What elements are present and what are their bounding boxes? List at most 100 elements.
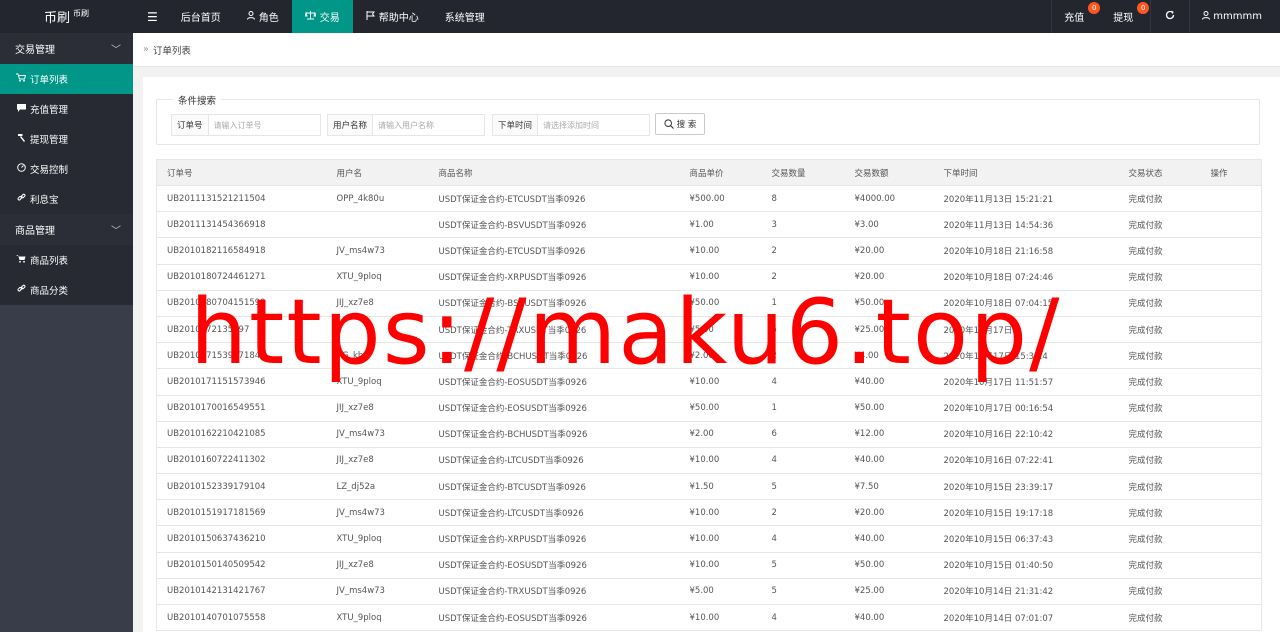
table-row[interactable]: UB2010150637436210 XTU_9ploq USDT保证金合约-XRP… [156,525,1262,553]
sidebar-item-label: 交易控制 [30,165,69,176]
table-cell: 5 [761,578,845,606]
table-cell: 完成付款 [1118,185,1201,213]
table-cell: ¥50.00 [844,552,934,579]
withdraw-button[interactable]: 提现 0 [1101,0,1150,33]
table-row[interactable]: UB2010171151573946 XTU_9ploq USDT保证金合约-EOS… [156,368,1262,396]
sidebar-item-label: 提现管理 [30,135,69,146]
table-row[interactable]: UB2010171539471847 AG_kb6 USDT保证金合约-BCHUSD… [156,342,1262,370]
table-cell: JV_ms4w73 [326,578,429,606]
col-header: 交易状态 [1118,159,1201,186]
table-cell [1200,368,1262,396]
logo-sub: 币刷 [73,9,90,18]
recharge-button[interactable]: 充值 0 [1051,0,1101,33]
table-cell [1200,499,1262,527]
sidebar-item-label: 充值管理 [30,105,69,116]
table-row[interactable]: UB2010150140509542 JIJ_xz7e8 USDT保证金合约-EOS… [156,552,1262,579]
table-row[interactable]: UB2010152339179104 LZ_dj52a USDT保证金合约-BTCU… [156,473,1262,501]
link-icon [15,193,27,205]
table-row[interactable]: UB2010142131421767 JV_ms4w73 USDT保证金合约-TRX… [156,578,1262,606]
table-row[interactable]: UB2010180724461271 XTU_9ploq USDT保证金合约-XRP… [156,264,1262,291]
breadcrumb-separator: » [143,44,149,55]
table-cell: 5 [761,316,845,344]
table-cell: 完成付款 [1118,473,1201,501]
table-cell: UB2010182116584918 [156,237,327,265]
table-cell [1200,525,1262,553]
table-cell: XTU_9ploq [326,264,429,291]
username-input[interactable] [373,115,484,135]
order-number-input[interactable] [208,115,320,135]
sidebar-item-order-list[interactable]: 订单列表 [0,64,133,94]
table-cell: USDT保证金合约-LTCUSDT当季0926 [428,447,680,475]
recharge-badge: 0 [1088,2,1101,14]
nav-system[interactable]: 系统管理 [432,0,498,33]
order-time-input[interactable] [538,115,649,135]
table-row[interactable]: UB2010160722411302 JIJ_xz7e8 USDT保证金合约-LTC… [156,447,1262,475]
table-row[interactable]: UB2010140701075558 XTU_9ploq USDT保证金合约-EOS… [156,604,1262,632]
nav-role[interactable]: 角色 [234,0,292,33]
table-row[interactable]: UB2011131454366918 USDT保证金合约-BSVUSDT当季092… [156,211,1262,239]
table-cell: 4 [761,447,845,475]
cart-icon [15,73,27,85]
nav-home[interactable]: 后台首页 [168,0,234,33]
col-header: 订单号 [156,159,327,186]
table-cell: XTU_9ploq [326,368,429,396]
table-cell: 2020年10月15日 23:39:17 [933,473,1119,501]
user-menu[interactable]: mmmmm [1189,0,1280,33]
table-row[interactable]: UB2010151917181569 JV_ms4w73 USDT保证金合约-LTC… [156,499,1262,527]
table-cell: USDT保证金合约-EOSUSDT当季0926 [428,552,680,579]
user-name: mmmmm [1213,11,1262,22]
breadcrumb: » 订单列表 [133,33,1280,67]
table-cell: ¥50.00 [844,395,934,422]
table-cell: ¥1.50 [679,473,762,501]
sidebar-item-withdraw[interactable]: 提现管理 [0,124,133,154]
table-cell: ¥10.00 [679,368,762,396]
sidebar-group-goods[interactable]: 商品管理 ﹀ [0,214,133,245]
sidebar-item-interest[interactable]: 利息宝 [0,184,133,214]
table-cell: 2020年11月13日 15:21:21 [933,185,1119,213]
table-cell: ¥500.00 [679,185,762,213]
refresh-button[interactable] [1150,0,1189,33]
sidebar-item-goods-list[interactable]: 商品列表 [0,245,133,275]
sidebar-group-trade[interactable]: 交易管理 ﹀ [0,33,133,64]
search-button[interactable]: 搜 索 [655,113,705,135]
table-row[interactable]: UB2010172135597 USDT保证金合约-TRXUSDT当季0926 ¥5… [156,316,1262,344]
username-label: 用户名称 [328,115,374,135]
table-cell: 完成付款 [1118,316,1201,344]
menu-toggle-icon[interactable]: ☰ [133,0,168,33]
table-cell: UB2010142131421767 [156,578,327,606]
table-cell: USDT保证金合约-ETCUSDT当季0926 [428,185,680,213]
table-row[interactable]: UB2010162210421085 JV_ms4w73 USDT保证金合约-BCH… [156,421,1262,448]
col-header: 操作 [1200,159,1262,186]
table-cell: ¥20.00 [844,499,934,527]
table-cell: 完成付款 [1118,342,1201,370]
table-row[interactable]: UB2010182116584918 JV_ms4w73 USDT保证金合约-ETC… [156,237,1262,265]
hammer-icon [15,133,27,145]
nav-help[interactable]: 帮助中心 [353,0,432,33]
col-header: 交易数额 [844,159,934,186]
sidebar-item-recharge[interactable]: 充值管理 [0,94,133,124]
table-cell: 4 [761,604,845,632]
withdraw-badge: 0 [1137,2,1150,14]
logo[interactable]: 币刷 币刷 [0,0,133,33]
sidebar-item-trade-control[interactable]: 交易控制 [0,154,133,184]
table-cell: ¥4.00 [844,342,934,370]
table-row[interactable]: UB2011131521211504 OPP_4k80u USDT保证金合约-ETC… [156,185,1262,213]
table-cell: 完成付款 [1118,578,1201,606]
breadcrumb-current[interactable]: 订单列表 [153,43,191,57]
table-row[interactable]: UB2010180704151599 JIJ_xz7e8 USDT保证金合约-BSV… [156,290,1262,317]
table-cell: 2020年10月14日 21:31:42 [933,578,1119,606]
sidebar-item-label: 利息宝 [30,195,59,206]
table-cell: USDT保证金合约-BCHUSDT当季0926 [428,342,680,370]
nav-trade[interactable]: 交易 [291,0,353,33]
table-cell: 完成付款 [1118,447,1201,475]
sidebar-item-label: 商品列表 [30,256,69,267]
table-cell: ¥2.00 [679,342,762,370]
sidebar-item-goods-category[interactable]: 商品分类 [0,275,133,305]
col-header: 用户名 [326,159,429,186]
table-cell: USDT保证金合约-EOSUSDT当季0926 [428,395,680,422]
table-cell: JV_ms4w73 [326,499,429,527]
table-cell: JIJ_xz7e8 [326,552,429,579]
table-cell: 完成付款 [1118,552,1201,579]
table-cell: USDT保证金合约-BCHUSDT当季0926 [428,421,680,448]
table-row[interactable]: UB2010170016549551 JIJ_xz7e8 USDT保证金合约-EOS… [156,395,1262,422]
